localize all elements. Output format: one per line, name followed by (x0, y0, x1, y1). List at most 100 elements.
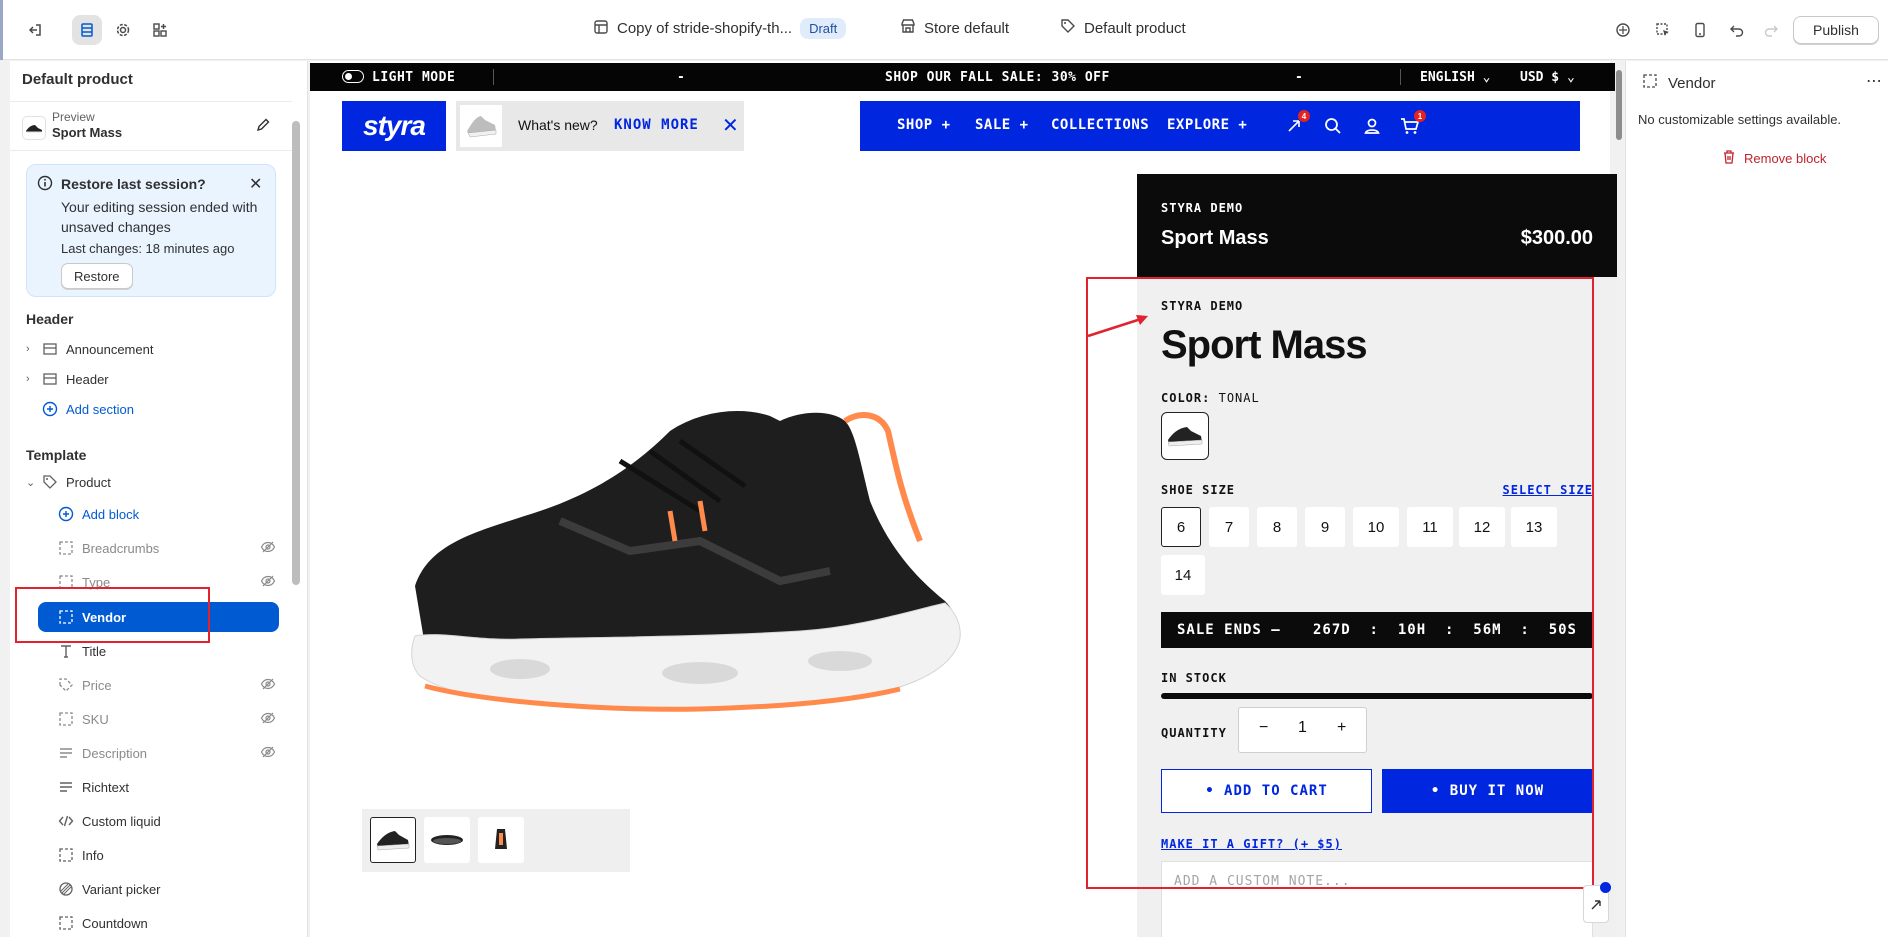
block-label: SKU (82, 711, 109, 727)
preview-scrollbar[interactable] (1616, 70, 1622, 140)
sidebar-title: Default product (22, 71, 133, 88)
section-product[interactable]: ⌄ Product (26, 467, 276, 497)
publish-button[interactable]: Publish (1793, 16, 1879, 44)
block-label: Breadcrumbs (82, 540, 160, 556)
currency-selector[interactable]: USD $ ⌄ (1520, 70, 1575, 85)
chevron-right-icon[interactable]: › (26, 343, 40, 355)
sticky-product-card: STYRA DEMO Sport Mass $300.00 (1137, 174, 1617, 277)
cart-icon[interactable]: 1 (1398, 110, 1426, 138)
language-label: ENGLISH (1420, 70, 1475, 85)
search-icon[interactable] (1321, 114, 1345, 138)
light-mode-toggle[interactable] (342, 70, 364, 83)
apps-icon[interactable] (145, 15, 175, 45)
divider (1400, 69, 1401, 85)
undo-icon[interactable] (1722, 15, 1752, 45)
light-mode-label: LIGHT MODE (372, 70, 456, 85)
redo-icon[interactable] (1756, 15, 1786, 45)
inspector-icon[interactable] (1608, 15, 1638, 45)
section-announcement[interactable]: › Announcement (26, 334, 276, 364)
store-logo[interactable]: styra (342, 101, 446, 151)
product-image[interactable] (400, 391, 1020, 751)
shoe-thumbnail (460, 105, 502, 147)
add-section-button[interactable]: Add section (40, 394, 276, 424)
compare-icon[interactable]: 4 (1282, 110, 1310, 138)
block-label: Richtext (82, 779, 129, 795)
preview-selector[interactable]: Preview Sport Mass (10, 101, 292, 151)
template-name: Default product (1084, 19, 1186, 37)
nav-sale[interactable]: SALE + (975, 117, 1029, 133)
theme-selector[interactable]: Copy of stride-shopify-th... Draft (593, 18, 847, 39)
block-variant-picker[interactable]: Variant picker (56, 874, 276, 904)
nav-shop[interactable]: SHOP + (897, 117, 951, 133)
card-name: Sport Mass (1161, 227, 1269, 249)
sidebar-edge (0, 61, 10, 937)
thumbnail-1[interactable] (370, 817, 416, 863)
add-block-button[interactable]: Add block (56, 499, 276, 529)
section-header[interactable]: › Header (26, 364, 276, 394)
mobile-view-icon[interactable] (1685, 15, 1715, 45)
variant-icon (56, 881, 76, 897)
nav-collections[interactable]: COLLECTIONS (1051, 117, 1149, 133)
code-icon (56, 813, 76, 829)
eye-off-icon[interactable] (260, 744, 276, 763)
restore-button[interactable]: Restore (61, 263, 133, 289)
chevron-down-icon[interactable]: ⌄ (26, 476, 40, 489)
block-price[interactable]: Price (56, 670, 276, 700)
more-options-icon[interactable]: ⋯ (1866, 71, 1882, 91)
block-sku[interactable]: SKU (56, 704, 276, 734)
currency-label: USD $ (1520, 70, 1560, 85)
whats-new-banner: What's new? KNOW MORE ✕ (456, 101, 744, 151)
block-custom-liquid[interactable]: Custom liquid (56, 806, 276, 836)
edit-icon[interactable] (255, 117, 271, 136)
preview-thumbnail (22, 116, 46, 140)
template-section-title: Template (26, 447, 87, 463)
nav-explore[interactable]: EXPLORE + (1167, 117, 1247, 133)
remove-block-label: Remove block (1744, 150, 1827, 166)
know-more-link[interactable]: KNOW MORE (614, 117, 699, 133)
thumbnail-2[interactable] (424, 817, 470, 863)
restore-last-changes: Last changes: 18 minutes ago (61, 241, 235, 256)
announcement-next[interactable]: - (1295, 70, 1303, 85)
block-label: Variant picker (82, 881, 161, 897)
store-icon (900, 18, 916, 38)
block-description[interactable]: Description (56, 738, 276, 768)
block-icon (56, 847, 76, 863)
toolbar-edge (0, 0, 3, 60)
block-countdown[interactable]: Countdown (56, 908, 276, 937)
store-selector[interactable]: Store default (900, 18, 1009, 38)
chevron-right-icon[interactable]: › (26, 373, 40, 385)
restore-banner: Restore last session? ✕ Your editing ses… (26, 164, 276, 297)
block-label: Description (82, 745, 148, 761)
gear-icon[interactable] (108, 15, 138, 45)
announcement-prev[interactable]: - (677, 70, 685, 85)
paragraph-icon (56, 779, 76, 795)
exit-icon[interactable] (20, 15, 50, 45)
close-icon[interactable]: ✕ (249, 174, 262, 194)
panel-header: Vendor (1642, 73, 1716, 93)
thumbnail-3[interactable] (478, 817, 524, 863)
language-selector[interactable]: ENGLISH ⌄ (1420, 70, 1490, 85)
account-icon[interactable] (1360, 114, 1384, 138)
info-icon (37, 175, 53, 194)
eye-off-icon[interactable] (260, 539, 276, 558)
block-richtext[interactable]: Richtext (56, 772, 276, 802)
collapse-icon[interactable] (1583, 882, 1611, 923)
eye-off-icon[interactable] (260, 710, 276, 729)
block-icon (56, 540, 76, 556)
eye-off-icon[interactable] (260, 676, 276, 695)
header-section-title: Header (26, 311, 74, 327)
sections-icon[interactable] (72, 15, 102, 45)
template-selector[interactable]: Default product (1060, 18, 1186, 38)
eye-off-icon[interactable] (260, 573, 276, 592)
remove-block-button[interactable]: Remove block (1722, 149, 1826, 167)
block-icon (56, 711, 76, 727)
add-section-label: Add section (66, 401, 134, 417)
block-info[interactable]: Info (56, 840, 276, 870)
select-element-icon[interactable] (1648, 15, 1678, 45)
tag-icon (1060, 18, 1076, 38)
sidebar-scrollbar[interactable] (292, 121, 300, 585)
restore-title: Restore last session? (61, 176, 206, 192)
block-breadcrumbs[interactable]: Breadcrumbs (56, 533, 276, 563)
close-icon[interactable]: ✕ (722, 113, 739, 138)
annotation-arrow (1087, 315, 1148, 338)
